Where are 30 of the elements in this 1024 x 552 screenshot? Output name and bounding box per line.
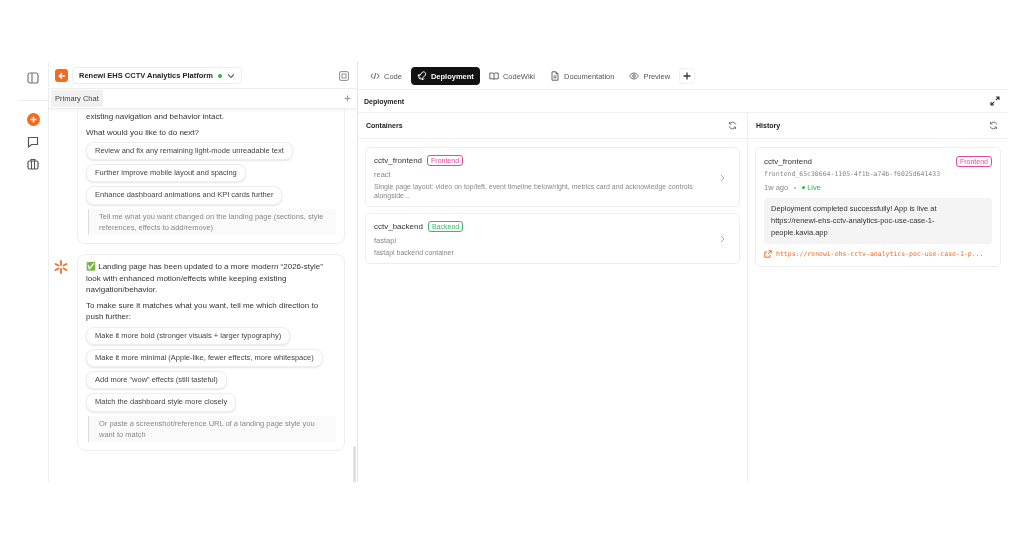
chat-icon[interactable] [27,136,39,148]
message-text: To make sure it matches what you want, tell me which direction to push further: [86,299,320,324]
book-icon [488,71,499,81]
plus-icon[interactable] [26,113,40,126]
message-text: ✅ Landing page has been updated to a more modern “2026-style” look with enhanced motion/effects while keeping existing navigation/behavior. [86,261,324,296]
chevron-right-icon [720,235,725,244]
briefcase-icon[interactable] [27,158,39,170]
rocket-icon [416,71,427,81]
back-button[interactable] [55,69,68,82]
message-text: What would you like to do next? [86,126,199,139]
add-icon[interactable] [344,95,351,102]
live-dot [802,186,806,189]
external-link-icon [764,250,772,258]
plus-icon [683,72,692,80]
code-icon [370,71,380,81]
refresh-icon[interactable] [989,121,998,130]
panel-icon[interactable] [339,70,349,81]
expand-icon[interactable] [990,96,1000,106]
message-text: existing navigation and behavior intact. [86,111,224,123]
add-tab-button[interactable] [679,68,696,84]
container-name: cctv_backend [374,222,423,232]
chevron-down-icon [226,72,235,79]
container-name: cctv_frontend [374,156,423,165]
refresh-icon[interactable] [728,121,737,130]
sidebar-toggle-icon[interactable] [27,72,39,84]
chevron-right-icon [720,173,725,182]
document-icon [549,71,560,81]
deployment-name: cctv_frontend [764,157,813,166]
arrow-left-icon [57,71,66,80]
eye-icon [629,71,640,81]
